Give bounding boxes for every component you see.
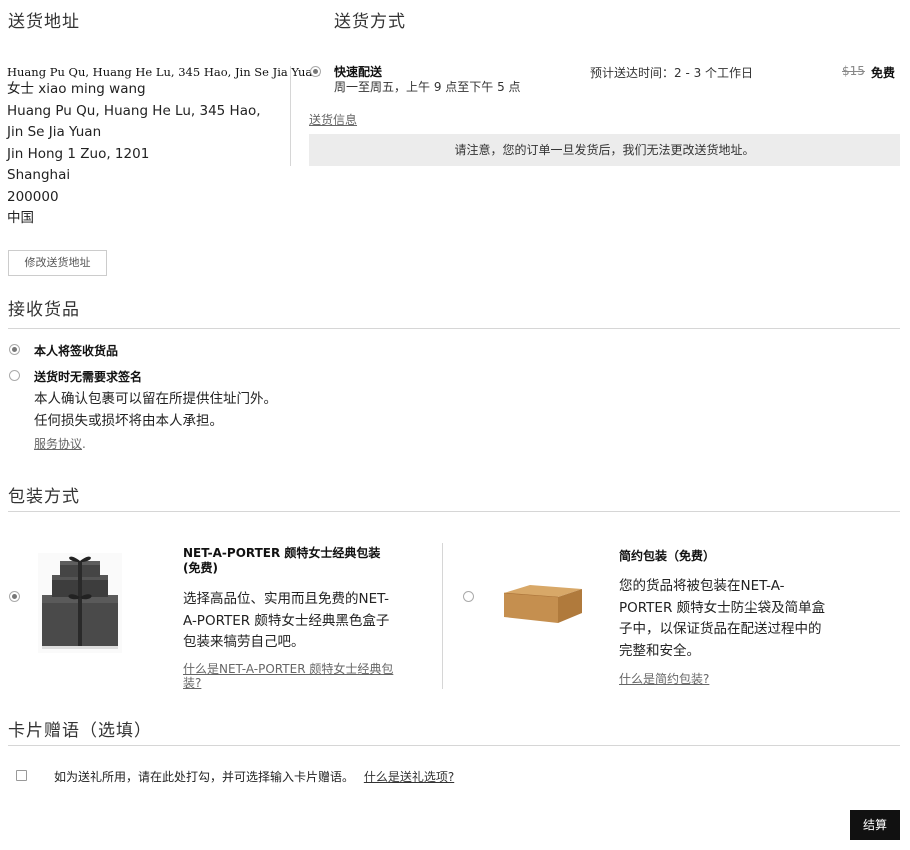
simple-packaging-title: 简约包装（免费）	[619, 549, 716, 563]
no-signature-desc-line: 任何损失或损坏将由本人承担。	[34, 412, 223, 429]
classic-packaging-title-line: NET-A-PORTER 颇特女士经典包装	[183, 546, 381, 560]
address-header-line: Huang Pu Qu, Huang He Lu, 345 Hao, Jin S…	[7, 65, 320, 79]
simple-packaging-link[interactable]: 什么是简约包装?	[619, 670, 709, 687]
simple-packaging-desc-line: PORTER 颇特女士防尘袋及简单盒	[619, 599, 826, 616]
receive-divider	[8, 328, 900, 329]
card-divider	[8, 745, 900, 746]
no-signature-radio[interactable]	[9, 370, 20, 381]
classic-packaging-desc-line: A-PORTER 颇特女士经典黑色盒子	[183, 612, 390, 629]
receive-title: 接收货品	[8, 300, 80, 320]
delivery-info-link[interactable]: 送货信息	[309, 111, 357, 128]
address-country: 中国	[7, 210, 34, 226]
delivery-old-price: $15	[842, 64, 865, 78]
no-signature-label: 送货时无需要求签名	[34, 370, 143, 384]
no-signature-desc: 本人确认包裹可以留在所提供住址门外。 任何损失或损坏将由本人承担。	[34, 389, 277, 432]
card-message-title: 卡片赠语（选填）	[8, 721, 152, 741]
simple-packaging-radio[interactable]	[463, 591, 474, 602]
classic-packaging-title-line: (免费)	[183, 561, 218, 575]
address-divider	[290, 66, 291, 166]
classic-packaging-link-line[interactable]: 什么是NET-A-PORTER 颇特女士经典包	[183, 662, 393, 676]
terms-suffix: .	[82, 437, 86, 451]
simple-packaging-desc-line: 您的货品将被包装在NET-A-	[619, 578, 785, 594]
classic-gift-box-image	[38, 553, 122, 653]
packaging-divider	[8, 511, 900, 512]
classic-packaging-radio[interactable]	[9, 591, 20, 602]
gift-options-link[interactable]: 什么是送礼选项?	[364, 770, 454, 784]
address-change-notice: 请注意，您的订单一旦发货后，我们无法更改送货地址。	[309, 134, 900, 166]
address-name: 女士 xiao ming wang	[7, 81, 146, 97]
address-line: Jin Se Jia Yuan	[7, 124, 102, 140]
sign-in-person-radio[interactable]	[9, 344, 20, 355]
simple-packaging-desc-line: 子中，以保证货品在配送过程中的	[619, 621, 822, 637]
delivery-address-title: 送货地址	[8, 12, 80, 32]
delivery-price: 免费	[871, 66, 896, 80]
classic-packaging-link[interactable]: 什么是NET-A-PORTER 颇特女士经典包 装?	[183, 662, 393, 690]
classic-packaging-desc-line: 选择高品位、实用而且免费的NET-	[183, 591, 390, 607]
gift-checkbox-label: 如为送礼所用，请在此处打勾，并可选择输入卡片赠语。	[54, 770, 355, 784]
packaging-title: 包装方式	[8, 487, 80, 507]
address-block: 女士 xiao ming wang Huang Pu Qu, Huang He …	[7, 79, 287, 230]
edit-address-button[interactable]: 修改送货地址	[8, 250, 107, 276]
simple-packaging-desc-line: 完整和安全。	[619, 642, 700, 659]
terms-row: 服务协议.	[34, 435, 86, 452]
checkout-button[interactable]: 结算	[850, 810, 900, 840]
express-delivery-radio[interactable]	[310, 66, 321, 77]
delivery-eta: 预计送达时间：2 - 3 个工作日	[590, 66, 754, 80]
address-postcode: 200000	[7, 188, 59, 205]
express-delivery-desc: 周一至周五，上午 9 点至下午 5 点	[334, 80, 521, 94]
delivery-method-title: 送货方式	[334, 12, 406, 32]
address-city: Shanghai	[7, 167, 71, 183]
classic-packaging-title: NET-A-PORTER 颇特女士经典包装 (免费)	[183, 546, 380, 576]
sign-in-person-label: 本人将签收货品	[34, 344, 119, 358]
packaging-options-divider	[442, 543, 443, 689]
address-line: Jin Hong 1 Zuo, 1201	[7, 145, 150, 162]
gift-checkbox-row: 如为送礼所用，请在此处打勾，并可选择输入卡片赠语。 什么是送礼选项?	[54, 768, 454, 785]
no-signature-desc-line: 本人确认包裹可以留在所提供住址门外。	[34, 391, 277, 407]
simple-box-image	[503, 585, 582, 623]
classic-packaging-link-line[interactable]: 装?	[183, 676, 393, 690]
classic-packaging-desc: 选择高品位、实用而且免费的NET- A-PORTER 颇特女士经典黑色盒子 包装…	[183, 589, 389, 654]
classic-packaging-desc-line: 包装来犒劳自己吧。	[183, 634, 305, 650]
simple-packaging-desc: 您的货品将被包装在NET-A- PORTER 颇特女士防尘袋及简单盒 子中，以保…	[619, 576, 825, 662]
terms-link[interactable]: 服务协议	[34, 437, 82, 451]
address-line: Huang Pu Qu, Huang He Lu, 345 Hao,	[7, 102, 261, 119]
gift-checkbox[interactable]	[16, 770, 27, 781]
